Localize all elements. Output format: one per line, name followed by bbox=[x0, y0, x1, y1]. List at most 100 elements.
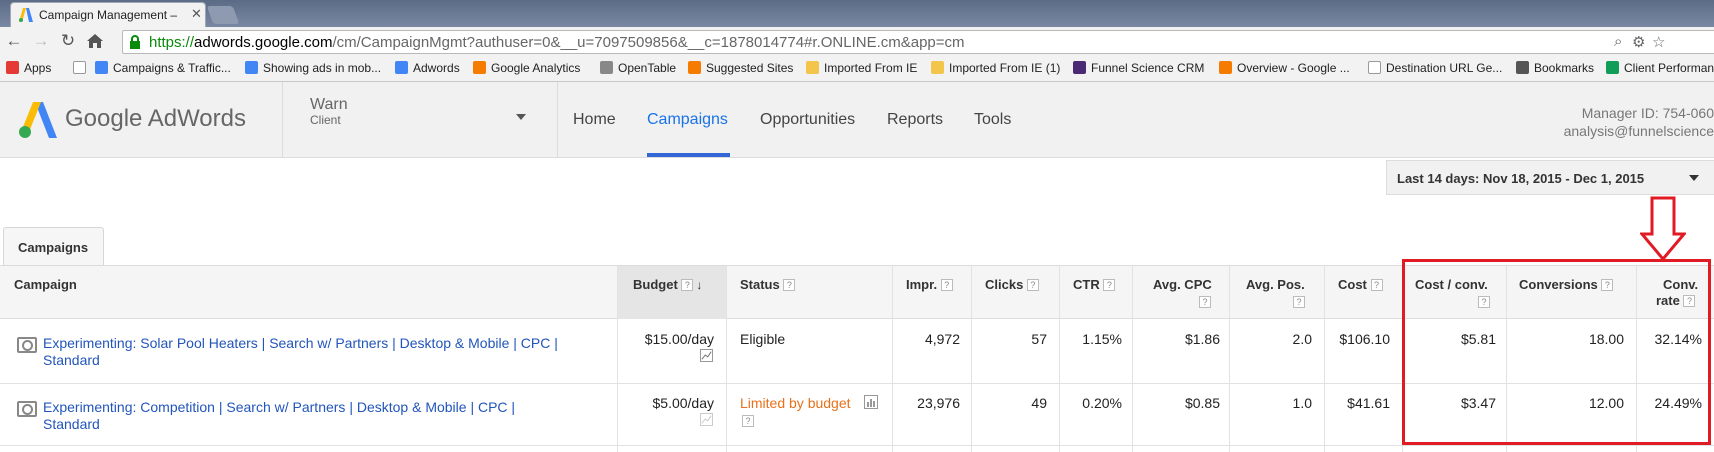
col-status[interactable]: Status ? bbox=[740, 277, 796, 293]
campaign-name-line2: Standard bbox=[43, 352, 100, 368]
help-icon[interactable]: ? bbox=[1026, 279, 1039, 291]
bookmark-item[interactable]: Client Performan bbox=[1606, 61, 1714, 75]
bookmark-item[interactable]: Imported From IE bbox=[806, 61, 917, 75]
bookmark-label: Client Performan bbox=[1624, 61, 1714, 75]
budget-value[interactable]: $5.00/day bbox=[653, 395, 715, 411]
forward-arrow-icon[interactable]: → bbox=[31, 31, 51, 51]
url-path: /cm/CampaignMgmt?authuser=0&__u=70975098… bbox=[332, 34, 965, 51]
campaign-link[interactable]: Experimenting: Solar Pool Heaters | Sear… bbox=[43, 335, 603, 369]
browser-toolbar: ← → ↻ https://adwords.google.com/cm/Camp… bbox=[0, 27, 1714, 57]
header-divider bbox=[557, 82, 558, 158]
help-icon[interactable]: ? bbox=[1199, 296, 1211, 308]
bookmark-item[interactable]: Imported From IE (1) bbox=[931, 61, 1060, 75]
home-icon[interactable] bbox=[86, 33, 104, 49]
bookmark-item[interactable]: Showing ads in mob... bbox=[245, 61, 381, 75]
nav-tools[interactable]: Tools bbox=[974, 111, 1011, 129]
bookmark-item[interactable]: Google Analytics bbox=[473, 61, 580, 75]
tab-close-icon[interactable]: ✕ bbox=[191, 6, 202, 22]
bookmark-label: Campaigns & Traffic... bbox=[113, 61, 231, 75]
column-divider bbox=[1132, 265, 1133, 452]
account-dropdown-caret-icon[interactable] bbox=[516, 114, 526, 120]
nav-reports[interactable]: Reports bbox=[887, 111, 943, 129]
col-cost[interactable]: Cost ? bbox=[1338, 277, 1383, 293]
bookmark-label: Overview - Google ... bbox=[1237, 61, 1350, 75]
help-icon[interactable]: ? bbox=[681, 279, 694, 291]
bookmark-star-icon[interactable]: ☆ bbox=[1652, 33, 1665, 51]
bookmark-item[interactable]: Destination URL Ge... bbox=[1368, 61, 1502, 75]
adwords-logo-icon bbox=[19, 102, 57, 138]
status-value: Limited by budget bbox=[740, 395, 851, 411]
opentable-icon bbox=[600, 61, 613, 74]
date-range-caret-icon bbox=[1689, 175, 1699, 181]
bookmark-item[interactable]: Funnel Science CRM bbox=[1073, 61, 1204, 75]
nav-campaigns[interactable]: Campaigns bbox=[647, 111, 728, 129]
help-icon[interactable]: ? bbox=[742, 415, 754, 427]
bar-chart-icon[interactable] bbox=[864, 395, 878, 409]
bookmark-item[interactable]: Adwords bbox=[395, 61, 460, 75]
help-icon[interactable]: ? bbox=[1103, 279, 1116, 291]
budget-history-chart-icon[interactable] bbox=[700, 413, 713, 426]
status-value: Eligible bbox=[740, 331, 786, 347]
column-divider bbox=[617, 265, 618, 452]
account-name[interactable]: Warn bbox=[310, 96, 348, 114]
avg-cpc-value: $1.86 bbox=[1184, 331, 1220, 347]
col-clicks[interactable]: Clicks ? bbox=[985, 277, 1039, 293]
help-icon[interactable]: ? bbox=[1293, 296, 1305, 308]
bookmark-label: Imported From IE bbox=[824, 61, 918, 75]
address-bar[interactable]: https://adwords.google.com/cm/CampaignMg… bbox=[122, 30, 1714, 54]
reload-icon[interactable]: ↻ bbox=[58, 31, 78, 51]
tab-campaigns[interactable]: Campaigns bbox=[3, 227, 104, 265]
help-icon[interactable]: ? bbox=[783, 279, 796, 291]
nav-home[interactable]: Home bbox=[573, 111, 616, 129]
column-divider bbox=[971, 265, 972, 452]
bookmark-item[interactable]: Overview - Google ... bbox=[1219, 61, 1350, 75]
ctr-value: 1.15% bbox=[1082, 331, 1122, 347]
bookmark-label: Google Analytics bbox=[491, 61, 581, 75]
adwords-logo-text: Google AdWords bbox=[65, 105, 246, 132]
nav-opportunities[interactable]: Opportunities bbox=[760, 111, 855, 129]
settings-gear-icon[interactable]: ⚙ bbox=[1632, 33, 1645, 51]
help-icon[interactable]: ? bbox=[1370, 279, 1383, 291]
row-divider bbox=[0, 445, 1714, 446]
new-tab-button[interactable] bbox=[206, 6, 240, 24]
col-ctr[interactable]: CTR ? bbox=[1073, 277, 1116, 293]
bookmark-item[interactable]: OpenTable bbox=[600, 61, 676, 75]
bookmark-label: Funnel Science CRM bbox=[1091, 61, 1205, 75]
manager-id: Manager ID: 754-060 bbox=[1581, 105, 1714, 121]
date-range-label: Last 14 days: Nov 18, 2015 - Dec 1, 2015 bbox=[1397, 171, 1645, 186]
col-cost-label: Cost bbox=[1338, 277, 1367, 292]
col-campaign[interactable]: Campaign bbox=[14, 277, 77, 293]
bookmark-item[interactable]: Suggested Sites bbox=[688, 61, 793, 75]
ctr-value: 0.20% bbox=[1082, 395, 1122, 411]
col-avg-cpc[interactable]: Avg. CPC bbox=[1153, 277, 1212, 293]
page-icon bbox=[73, 61, 86, 74]
column-divider bbox=[1229, 265, 1230, 452]
analytics-icon bbox=[1219, 61, 1232, 74]
budget-value[interactable]: $15.00/day bbox=[645, 331, 714, 347]
b-icon bbox=[1073, 61, 1086, 74]
lock-icon bbox=[130, 35, 140, 49]
zoom-icon[interactable]: ⌕ bbox=[1614, 33, 1622, 50]
bookmark-item[interactable]: Campaigns & Traffic... bbox=[95, 61, 231, 75]
bookmark-label: Suggested Sites bbox=[706, 61, 794, 75]
bookmark-label: Showing ads in mob... bbox=[263, 61, 382, 75]
bookmark-item[interactable]: Bookmarks bbox=[1516, 61, 1594, 75]
back-arrow-icon[interactable]: ← bbox=[4, 31, 24, 51]
browser-tab[interactable]: Campaign Management – ✕ bbox=[10, 2, 206, 27]
col-impr[interactable]: Impr. ? bbox=[906, 277, 953, 293]
help-icon[interactable]: ? bbox=[940, 279, 953, 291]
clicks-value: 49 bbox=[1031, 395, 1047, 411]
budget-history-chart-icon[interactable] bbox=[700, 349, 713, 362]
col-budget[interactable]: Budget ? ↓ bbox=[633, 277, 702, 293]
impr-value: 4,972 bbox=[924, 331, 960, 347]
header-divider bbox=[282, 82, 283, 158]
campaign-link[interactable]: Experimenting: Competition | Search w/ P… bbox=[43, 399, 603, 433]
date-range-selector[interactable]: Last 14 days: Nov 18, 2015 - Dec 1, 2015 bbox=[1386, 160, 1714, 195]
account-email[interactable]: analysis@funnelscience bbox=[1564, 123, 1714, 139]
apps-grid-icon bbox=[6, 61, 19, 74]
bookmark-item[interactable] bbox=[73, 61, 91, 75]
col-avg-pos[interactable]: Avg. Pos. bbox=[1246, 277, 1305, 293]
campaign-name-line1: Experimenting: Solar Pool Heaters | Sear… bbox=[43, 335, 558, 351]
sort-desc-icon[interactable]: ↓ bbox=[696, 278, 702, 292]
bookmark-item[interactable]: Apps bbox=[6, 61, 51, 75]
